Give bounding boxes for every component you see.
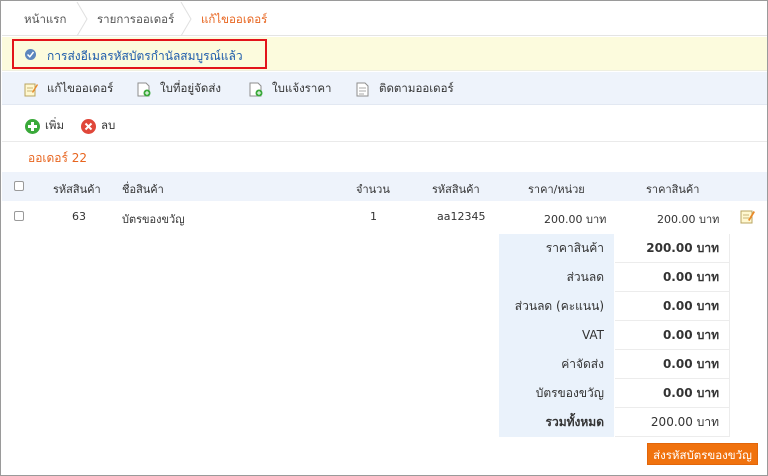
- summary-label: ราคาสินค้า: [499, 234, 614, 263]
- success-alert: การส่งอีเมลรหัสบัตรกำนัลสมบูรณ์แล้ว: [2, 37, 767, 71]
- summary-vat: VAT 0.00 บาท: [499, 321, 730, 350]
- breadcrumb-separator-icon: [76, 2, 88, 36]
- breadcrumb-orders[interactable]: รายการออเดอร์: [97, 2, 174, 36]
- add-item-button[interactable]: เพิ่ม: [25, 117, 64, 135]
- order-edit-panel: หน้าแรก รายการออเดอร์ แก้ไขออเดอร์ การส่…: [0, 0, 768, 476]
- pencil-note-icon: [24, 83, 38, 96]
- add-item-label: เพิ่ม: [45, 118, 65, 132]
- check-circle-icon: [25, 49, 36, 60]
- summary-label: บัตรของขวัญ: [499, 379, 614, 408]
- order-summary: ราคาสินค้า 200.00 บาท ส่วนลด 0.00 บาท ส่…: [499, 234, 730, 437]
- col-product-id: รหัสสินค้า: [53, 183, 101, 196]
- summary-value: 0.00 บาท: [615, 292, 730, 321]
- cell-product-id: 63: [72, 210, 86, 223]
- track-order-label: ติดตามออเดอร์: [379, 81, 454, 95]
- summary-value: 200.00 บาท: [615, 408, 730, 437]
- document-icon: [356, 82, 369, 96]
- cell-product-name: บัตรของขวัญ: [122, 213, 185, 226]
- cell-quantity: 1: [370, 210, 377, 223]
- summary-value: 0.00 บาท: [615, 321, 730, 350]
- col-sku: รหัสสินค้า: [432, 183, 480, 196]
- document-add-icon: [137, 82, 151, 96]
- order-toolbar: แก้ไขออเดอร์ ใบที่อยู่จัดส่ง ใบแจ้งราคา: [2, 72, 767, 105]
- edit-row-icon[interactable]: [740, 209, 755, 224]
- summary-value: 200.00 บาท: [615, 234, 730, 263]
- col-unit-price: ราคา/หน่วย: [528, 183, 585, 196]
- breadcrumb: หน้าแรก รายการออเดอร์ แก้ไขออเดอร์: [2, 2, 767, 36]
- summary-label: รวมทั้งหมด: [499, 408, 614, 437]
- summary-shipping: ค่าจัดส่ง 0.00 บาท: [499, 350, 730, 379]
- row-checkbox[interactable]: [14, 211, 24, 221]
- delivery-address-button[interactable]: ใบที่อยู่จัดส่ง: [137, 80, 221, 98]
- cell-unit-price: 200.00 บาท: [544, 213, 607, 226]
- summary-label: VAT: [499, 321, 614, 350]
- summary-value: 0.00 บาท: [615, 350, 730, 379]
- alert-highlight-box: การส่งอีเมลรหัสบัตรกำนัลสมบูรณ์แล้ว: [12, 39, 267, 69]
- delete-circle-icon: [81, 118, 96, 134]
- cell-sku: aa12345: [437, 210, 486, 223]
- table-header: รหัสสินค้า ชื่อสินค้า จำนวน รหัสสินค้า ร…: [2, 172, 767, 201]
- delivery-address-label: ใบที่อยู่จัดส่ง: [160, 81, 221, 95]
- summary-total: รวมทั้งหมด 200.00 บาท: [499, 408, 730, 437]
- edit-order-button[interactable]: แก้ไขออเดอร์: [24, 80, 113, 98]
- summary-value: 0.00 บาท: [615, 379, 730, 408]
- summary-label: ส่วนลด: [499, 263, 614, 292]
- summary-points-discount: ส่วนลด (คะแนน) 0.00 บาท: [499, 292, 730, 321]
- summary-label: ค่าจัดส่ง: [499, 350, 614, 379]
- quotation-button[interactable]: ใบแจ้งราคา: [249, 80, 331, 98]
- breadcrumb-separator-icon: [180, 2, 192, 36]
- track-order-button[interactable]: ติดตามออเดอร์: [356, 80, 454, 98]
- delete-item-label: ลบ: [101, 118, 116, 132]
- breadcrumb-current: แก้ไขออเดอร์: [201, 12, 268, 26]
- delete-item-button[interactable]: ลบ: [81, 117, 115, 135]
- alert-message: การส่งอีเมลรหัสบัตรกำนัลสมบูรณ์แล้ว: [47, 49, 243, 63]
- document-add-icon: [249, 82, 263, 96]
- edit-order-label: แก้ไขออเดอร์: [47, 81, 114, 95]
- summary-value: 0.00 บาท: [615, 263, 730, 292]
- summary-discount: ส่วนลด 0.00 บาท: [499, 263, 730, 292]
- send-gift-card-code-button[interactable]: ส่งรหัสบัตรของขวัญ: [647, 443, 758, 465]
- select-all-checkbox[interactable]: [14, 181, 24, 191]
- col-product-name: ชื่อสินค้า: [122, 183, 164, 196]
- order-title: ออเดอร์ 22: [28, 151, 88, 165]
- table-row: 63 บัตรของขวัญ 1 aa12345 200.00 บาท 200.…: [2, 202, 767, 231]
- summary-subtotal: ราคาสินค้า 200.00 บาท: [499, 234, 730, 263]
- plus-circle-icon: [25, 118, 40, 134]
- col-price: ราคาสินค้า: [646, 183, 700, 196]
- col-quantity: จำนวน: [356, 183, 390, 196]
- quotation-label: ใบแจ้งราคา: [272, 81, 332, 95]
- cell-price: 200.00 บาท: [657, 213, 720, 226]
- summary-label: ส่วนลด (คะแนน): [499, 292, 614, 321]
- item-actions-bar: เพิ่ม ลบ: [2, 106, 767, 142]
- summary-gift-card: บัตรของขวัญ 0.00 บาท: [499, 379, 730, 408]
- breadcrumb-home[interactable]: หน้าแรก: [24, 2, 66, 36]
